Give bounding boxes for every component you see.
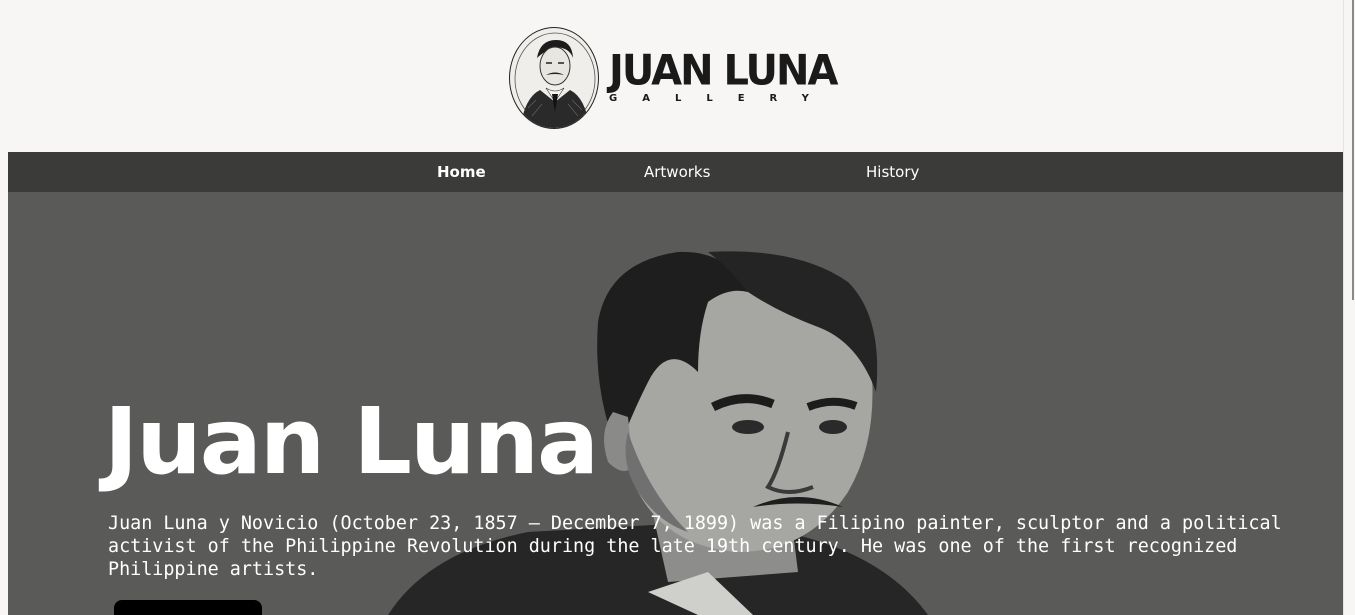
hero-cta-button[interactable] [114, 600, 262, 615]
main-nav: Home Artworks History [8, 152, 1343, 192]
hero-title: Juan Luna [104, 388, 599, 495]
site-header: JUAN LUNA GALLERY [0, 0, 1343, 152]
nav-home[interactable]: Home [437, 152, 486, 192]
nav-history[interactable]: History [866, 152, 919, 192]
hero-section: Juan Luna Juan Luna y Novicio (October 2… [8, 192, 1343, 615]
nav-artworks[interactable]: Artworks [644, 152, 710, 192]
logo-title: JUAN LUNA [609, 46, 838, 96]
scroll-thumb[interactable] [1352, 0, 1354, 300]
portrait-engraving-icon [509, 27, 599, 129]
hero-description: Juan Luna y Novicio (October 23, 1857 – … [108, 513, 1282, 580]
site-logo[interactable]: JUAN LUNA GALLERY [509, 26, 839, 130]
page-scrollbar[interactable] [1343, 0, 1355, 615]
